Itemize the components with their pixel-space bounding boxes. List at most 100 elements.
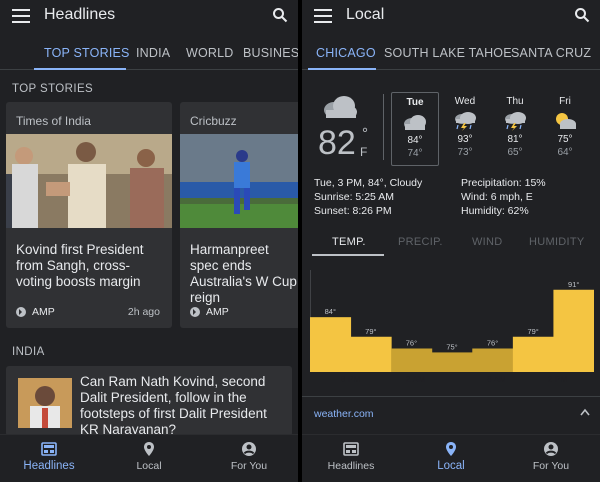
nav-headlines[interactable]: Headlines [4, 441, 94, 472]
nav-label: Headlines [23, 460, 75, 472]
bottom-nav: Headlines Local For You [302, 434, 600, 482]
day-name: Fri [559, 96, 571, 107]
chart-data-label: 79° [365, 327, 376, 336]
amp-label: AMP [32, 306, 55, 318]
partly-cloudy-icon [404, 115, 426, 130]
chart-bar[interactable] [512, 336, 554, 372]
chart-x-tick-label: 2 PM [548, 374, 568, 384]
nav-local[interactable]: Local [104, 441, 194, 472]
story-thumbnail[interactable] [18, 378, 72, 428]
tab-world[interactable]: WORLD [186, 46, 234, 60]
location-pin-icon [446, 442, 456, 456]
conditions-left: Tue, 3 PM, 84°, Cloudy Sunrise: 5:25 AM … [314, 176, 422, 218]
account-icon [544, 442, 558, 456]
day-high: 81° [507, 134, 523, 145]
menu-icon[interactable] [314, 9, 332, 23]
temperature-chart[interactable]: 84° 79° 76° 75° 76° 79° 91° 8 PM 2 AM 8 AM 2 PM [310, 266, 594, 386]
chart-bar[interactable] [310, 317, 352, 372]
current-temperature: 82 [318, 124, 356, 162]
sunrise: Sunrise: 5:25 AM [314, 191, 394, 203]
chart-x-tick-label: 8 AM [487, 374, 506, 384]
story-source: Times of India [16, 114, 91, 128]
topic-tabs: TOP STORIES INDIA WORLD BUSINESS [0, 36, 298, 70]
tab-precip[interactable]: PRECIP. [398, 236, 443, 248]
tab-top-stories[interactable]: TOP STORIES [44, 46, 130, 60]
day-low: 65° [507, 147, 523, 158]
chart-x-tick-label: 2 AM [406, 374, 425, 384]
account-icon [242, 442, 256, 456]
forecast-day[interactable]: Fri 75° 64° [541, 92, 589, 166]
active-tab-indicator [312, 254, 384, 256]
thunderstorm-icon [455, 112, 476, 131]
story-card[interactable]: Cricbuzz Harmanpreet spec ends Australia… [180, 102, 298, 328]
tab-wind[interactable]: WIND [472, 236, 503, 248]
menu-icon[interactable] [12, 9, 30, 23]
page-title: Headlines [44, 6, 116, 23]
chart-data-label: 75° [446, 342, 457, 351]
story-headline[interactable]: Kovind first President from Sangh, cross… [16, 242, 166, 290]
nav-local[interactable]: Local [406, 441, 496, 472]
chart-data-label: 79° [527, 327, 538, 336]
thunderstorm-icon [505, 112, 526, 131]
day-name: Thu [506, 96, 524, 107]
tab-india[interactable]: INDIA [136, 46, 170, 60]
section-title-top-stories: TOP STORIES [12, 83, 94, 95]
forecast-day[interactable]: Thu 81° 65° [491, 92, 539, 166]
amp-icon [190, 307, 200, 317]
location-pin-icon [144, 442, 154, 456]
page-title: Local [346, 6, 385, 23]
wind: Wind: 6 mph, E [461, 191, 533, 203]
partly-sunny-icon [556, 113, 576, 129]
tab-business[interactable]: BUSINESS [243, 46, 298, 60]
amp-icon [16, 307, 26, 317]
tab-chicago[interactable]: CHICAGO [316, 46, 376, 60]
forecast-day[interactable]: Tue 84° 74° [391, 92, 439, 166]
story-card[interactable]: Can Ram Nath Kovind, second Dalit Presid… [6, 366, 292, 436]
nav-headlines[interactable]: Headlines [306, 441, 396, 472]
story-photo[interactable] [6, 134, 172, 228]
story-photo[interactable] [180, 134, 298, 228]
amp-badge: AMP [16, 306, 55, 318]
section-title-india: INDIA [12, 346, 45, 358]
chart-bar[interactable] [553, 289, 594, 372]
nav-label: Local [437, 460, 465, 472]
chart-bar[interactable] [431, 352, 473, 372]
story-card[interactable]: Times of India Kovind first President fr… [6, 102, 172, 328]
cloudy-icon [324, 96, 357, 118]
day-high: 84° [407, 135, 423, 146]
nav-label: For You [230, 460, 268, 472]
app-bar: Headlines [0, 0, 298, 32]
story-headline[interactable]: Harmanpreet spec ends Australia's W Cup … [190, 242, 298, 306]
forecast-day[interactable]: Wed 93° 73° [441, 92, 489, 166]
tab-temp[interactable]: TEMP. [332, 236, 366, 248]
nav-for-you[interactable]: For You [506, 441, 596, 472]
divider [383, 94, 384, 160]
tab-south-lake-tahoe[interactable]: SOUTH LAKE TAHOE [384, 46, 512, 60]
nav-for-you[interactable]: For You [204, 441, 294, 472]
tab-humidity[interactable]: HUMIDITY [529, 236, 585, 248]
nav-label: Headlines [327, 460, 375, 472]
chart-bar[interactable] [391, 348, 433, 373]
search-icon[interactable] [574, 7, 590, 23]
location-tabs: CHICAGO SOUTH LAKE TAHOE SANTA CRUZ [302, 36, 600, 70]
headlines-icon [343, 442, 359, 456]
day-high: 75° [557, 134, 573, 145]
degree-symbol: ° [362, 125, 368, 142]
day-high: 93° [457, 134, 473, 145]
temperature-unit[interactable]: F [360, 145, 367, 159]
condition-summary: Tue, 3 PM, 84°, Cloudy [314, 177, 423, 189]
humidity: Humidity: 62% [461, 205, 529, 217]
chart-bar[interactable] [472, 348, 514, 373]
tab-santa-cruz[interactable]: SANTA CRUZ [511, 46, 591, 60]
weather-source-link[interactable]: weather.com [314, 408, 374, 420]
chevron-up-icon[interactable] [580, 408, 590, 416]
chart-data-label: 76° [406, 339, 417, 348]
amp-label: AMP [206, 306, 229, 318]
headlines-icon [41, 442, 57, 456]
search-icon[interactable] [272, 7, 288, 23]
chart-data-label: 84° [325, 307, 336, 316]
chart-bar[interactable] [350, 336, 392, 372]
app-bar: Local [302, 0, 600, 32]
precipitation: Precipitation: 15% [461, 177, 546, 189]
story-headline[interactable]: Can Ram Nath Kovind, second Dalit Presid… [80, 374, 284, 436]
